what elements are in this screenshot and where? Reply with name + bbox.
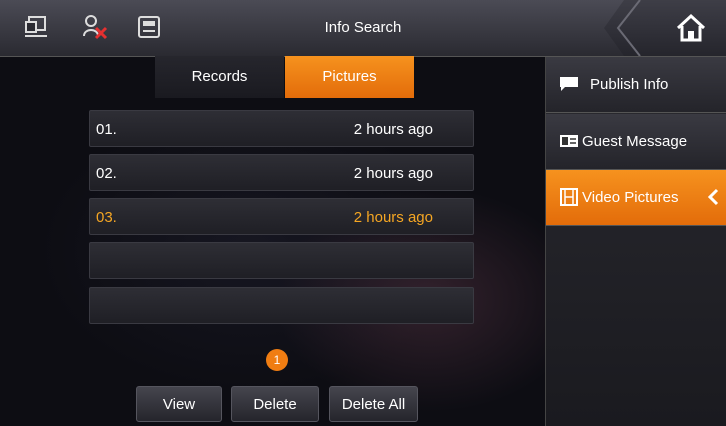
home-icon[interactable] [674,12,708,44]
screen: Info Search Records Pictures 01. 2 hours… [0,0,726,426]
item-time: 2 hours ago [353,165,433,182]
tab-records[interactable]: Records [155,56,284,98]
sidebar-item-label: Publish Info [590,76,669,93]
delete-button[interactable]: Delete [231,386,319,422]
tab-pictures[interactable]: Pictures [285,56,414,98]
sidebar-item-guest-message[interactable]: Guest Message [546,114,726,170]
sidebar-item-video-pictures[interactable]: Video Pictures [546,170,726,226]
sidebar-item-publish-info[interactable]: Publish Info [546,57,726,113]
sidebar: Publish Info Guest Message Video Picture… [545,57,726,426]
list-item[interactable]: 01. 2 hours ago [89,110,474,147]
page-indicator: 1 [266,349,288,371]
list-item-empty[interactable] [89,287,474,324]
item-index: 02. [96,165,117,182]
message-icon [560,77,578,91]
item-index: 03. [96,209,117,226]
film-icon [560,188,578,206]
item-index: 01. [96,121,117,138]
list-item-selected[interactable]: 03. 2 hours ago [89,198,474,235]
guest-message-icon [560,135,578,147]
item-time: 2 hours ago [353,121,433,138]
back-chevron-icon [616,0,641,56]
list-item-empty[interactable] [89,242,474,279]
delete-all-button[interactable]: Delete All [329,386,418,422]
sidebar-item-label: Video Pictures [582,189,679,206]
top-bar: Info Search [0,0,726,57]
item-time: 2 hours ago [353,209,433,226]
list-item[interactable]: 02. 2 hours ago [89,154,474,191]
chevron-left-icon [707,188,719,206]
view-button[interactable]: View [136,386,222,422]
sidebar-item-label: Guest Message [582,133,688,150]
